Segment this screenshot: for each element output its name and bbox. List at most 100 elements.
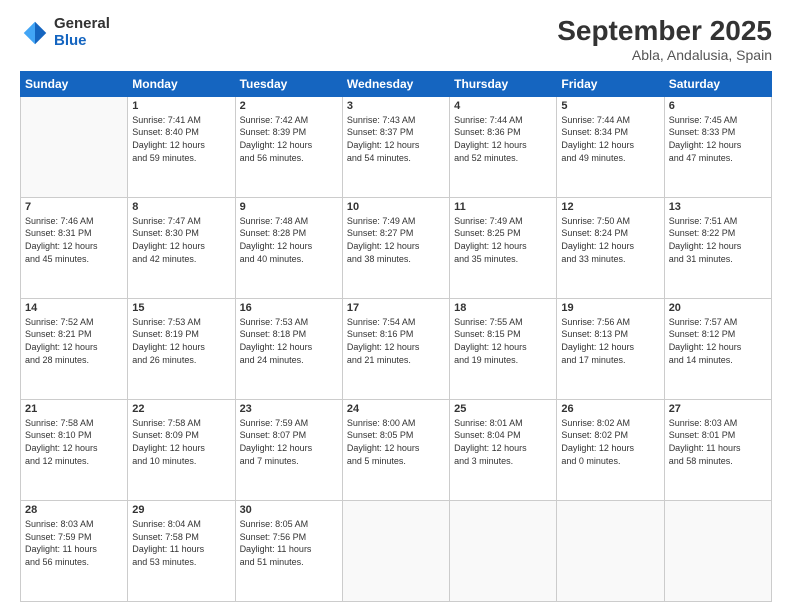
day-info: Sunrise: 7:46 AM Sunset: 8:31 PM Dayligh… (25, 215, 123, 265)
calendar-cell: 12 Sunrise: 7:50 AM Sunset: 8:24 PM Dayli… (557, 197, 664, 298)
day-info: Sunrise: 7:49 AM Sunset: 8:25 PM Dayligh… (454, 215, 552, 265)
calendar-cell: 9 Sunrise: 7:48 AM Sunset: 8:28 PM Daylig… (235, 197, 342, 298)
day-number: 6 (669, 100, 767, 112)
calendar-cell: 1 Sunrise: 7:41 AM Sunset: 8:40 PM Daylig… (128, 96, 235, 197)
calendar-cell: 4 Sunrise: 7:44 AM Sunset: 8:36 PM Daylig… (450, 96, 557, 197)
logo-text: General Blue (54, 16, 110, 49)
day-info: Sunrise: 7:48 AM Sunset: 8:28 PM Dayligh… (240, 215, 338, 265)
weekday-header-row: SundayMondayTuesdayWednesdayThursdayFrid… (21, 71, 772, 96)
calendar-cell: 19 Sunrise: 7:56 AM Sunset: 8:13 PM Dayli… (557, 298, 664, 399)
day-number: 1 (132, 100, 230, 112)
day-number: 3 (347, 100, 445, 112)
day-info: Sunrise: 8:03 AM Sunset: 7:59 PM Dayligh… (25, 518, 123, 568)
weekday-header-sunday: Sunday (21, 71, 128, 96)
calendar-cell: 20 Sunrise: 7:57 AM Sunset: 8:12 PM Dayli… (664, 298, 771, 399)
day-number: 9 (240, 201, 338, 213)
day-number: 23 (240, 403, 338, 415)
calendar-cell: 28 Sunrise: 8:03 AM Sunset: 7:59 PM Dayli… (21, 500, 128, 601)
weekday-header-saturday: Saturday (664, 71, 771, 96)
calendar-cell (664, 500, 771, 601)
header: General Blue September 2025 Abla, Andalu… (20, 16, 772, 63)
calendar-cell: 25Sunrise: 8:01 AM Sunset: 8:04 PM Dayli… (450, 399, 557, 500)
day-number: 8 (132, 201, 230, 213)
week-row-4: 28 Sunrise: 8:03 AM Sunset: 7:59 PM Dayli… (21, 500, 772, 601)
day-info: Sunrise: 7:58 AM Sunset: 8:09 PM Dayligh… (132, 417, 230, 467)
calendar-cell (557, 500, 664, 601)
page-title: September 2025 (557, 16, 772, 47)
calendar-cell: 17 Sunrise: 7:54 AM Sunset: 8:16 PM Dayli… (342, 298, 449, 399)
day-info: Sunrise: 8:00 AM Sunset: 8:05 PM Dayligh… (347, 417, 445, 467)
day-info: Sunrise: 7:44 AM Sunset: 8:34 PM Dayligh… (561, 114, 659, 164)
day-number: 30 (240, 504, 338, 516)
day-info: Sunrise: 7:54 AM Sunset: 8:16 PM Dayligh… (347, 316, 445, 366)
page-subtitle: Abla, Andalusia, Spain (557, 47, 772, 63)
day-info: Sunrise: 8:05 AM Sunset: 7:56 PM Dayligh… (240, 518, 338, 568)
calendar-cell: 6 Sunrise: 7:45 AM Sunset: 8:33 PM Daylig… (664, 96, 771, 197)
week-row-1: 7 Sunrise: 7:46 AM Sunset: 8:31 PM Daylig… (21, 197, 772, 298)
calendar-cell: 18 Sunrise: 7:55 AM Sunset: 8:15 PM Dayli… (450, 298, 557, 399)
day-info: Sunrise: 7:53 AM Sunset: 8:19 PM Dayligh… (132, 316, 230, 366)
calendar-cell: 7 Sunrise: 7:46 AM Sunset: 8:31 PM Daylig… (21, 197, 128, 298)
calendar-cell: 30 Sunrise: 8:05 AM Sunset: 7:56 PM Dayli… (235, 500, 342, 601)
week-row-0: 1 Sunrise: 7:41 AM Sunset: 8:40 PM Daylig… (21, 96, 772, 197)
calendar-cell: 2 Sunrise: 7:42 AM Sunset: 8:39 PM Daylig… (235, 96, 342, 197)
day-number: 29 (132, 504, 230, 516)
calendar-cell: 13 Sunrise: 7:51 AM Sunset: 8:22 PM Dayli… (664, 197, 771, 298)
week-row-3: 21Sunrise: 7:58 AM Sunset: 8:10 PM Dayli… (21, 399, 772, 500)
day-info: Sunrise: 7:44 AM Sunset: 8:36 PM Dayligh… (454, 114, 552, 164)
calendar-cell: 10 Sunrise: 7:49 AM Sunset: 8:27 PM Dayli… (342, 197, 449, 298)
day-number: 5 (561, 100, 659, 112)
calendar-cell: 27 Sunrise: 8:03 AM Sunset: 8:01 PM Dayli… (664, 399, 771, 500)
day-info: Sunrise: 7:49 AM Sunset: 8:27 PM Dayligh… (347, 215, 445, 265)
day-info: Sunrise: 7:51 AM Sunset: 8:22 PM Dayligh… (669, 215, 767, 265)
day-info: Sunrise: 8:02 AM Sunset: 8:02 PM Dayligh… (561, 417, 659, 467)
weekday-header-thursday: Thursday (450, 71, 557, 96)
week-row-2: 14Sunrise: 7:52 AM Sunset: 8:21 PM Dayli… (21, 298, 772, 399)
day-info: Sunrise: 7:50 AM Sunset: 8:24 PM Dayligh… (561, 215, 659, 265)
day-number: 14 (25, 302, 123, 314)
day-number: 27 (669, 403, 767, 415)
day-number: 20 (669, 302, 767, 314)
day-info: Sunrise: 7:56 AM Sunset: 8:13 PM Dayligh… (561, 316, 659, 366)
weekday-header-tuesday: Tuesday (235, 71, 342, 96)
day-info: Sunrise: 7:57 AM Sunset: 8:12 PM Dayligh… (669, 316, 767, 366)
day-info: Sunrise: 7:55 AM Sunset: 8:15 PM Dayligh… (454, 316, 552, 366)
logo-blue: Blue (54, 33, 110, 50)
day-number: 2 (240, 100, 338, 112)
day-number: 11 (454, 201, 552, 213)
day-number: 10 (347, 201, 445, 213)
calendar-cell: 29 Sunrise: 8:04 AM Sunset: 7:58 PM Dayli… (128, 500, 235, 601)
calendar-cell: 26Sunrise: 8:02 AM Sunset: 8:02 PM Dayli… (557, 399, 664, 500)
day-number: 28 (25, 504, 123, 516)
day-number: 4 (454, 100, 552, 112)
calendar-cell: 15 Sunrise: 7:53 AM Sunset: 8:19 PM Dayli… (128, 298, 235, 399)
calendar-cell (450, 500, 557, 601)
calendar-cell: 11 Sunrise: 7:49 AM Sunset: 8:25 PM Dayli… (450, 197, 557, 298)
calendar-cell: 21Sunrise: 7:58 AM Sunset: 8:10 PM Dayli… (21, 399, 128, 500)
day-number: 13 (669, 201, 767, 213)
day-number: 12 (561, 201, 659, 213)
day-number: 21 (25, 403, 123, 415)
logo-icon (20, 18, 50, 48)
day-number: 7 (25, 201, 123, 213)
day-info: Sunrise: 7:41 AM Sunset: 8:40 PM Dayligh… (132, 114, 230, 164)
day-number: 24 (347, 403, 445, 415)
day-info: Sunrise: 8:03 AM Sunset: 8:01 PM Dayligh… (669, 417, 767, 467)
weekday-header-wednesday: Wednesday (342, 71, 449, 96)
day-info: Sunrise: 7:45 AM Sunset: 8:33 PM Dayligh… (669, 114, 767, 164)
day-number: 17 (347, 302, 445, 314)
day-number: 25 (454, 403, 552, 415)
weekday-header-monday: Monday (128, 71, 235, 96)
day-info: Sunrise: 7:59 AM Sunset: 8:07 PM Dayligh… (240, 417, 338, 467)
day-number: 19 (561, 302, 659, 314)
day-number: 15 (132, 302, 230, 314)
calendar-cell: 5 Sunrise: 7:44 AM Sunset: 8:34 PM Daylig… (557, 96, 664, 197)
day-number: 22 (132, 403, 230, 415)
day-number: 18 (454, 302, 552, 314)
calendar-cell: 22 Sunrise: 7:58 AM Sunset: 8:09 PM Dayli… (128, 399, 235, 500)
calendar-cell: 3Sunrise: 7:43 AM Sunset: 8:37 PM Daylig… (342, 96, 449, 197)
calendar-cell: 16Sunrise: 7:53 AM Sunset: 8:18 PM Dayli… (235, 298, 342, 399)
day-info: Sunrise: 8:04 AM Sunset: 7:58 PM Dayligh… (132, 518, 230, 568)
calendar-cell: 14Sunrise: 7:52 AM Sunset: 8:21 PM Dayli… (21, 298, 128, 399)
day-info: Sunrise: 7:42 AM Sunset: 8:39 PM Dayligh… (240, 114, 338, 164)
